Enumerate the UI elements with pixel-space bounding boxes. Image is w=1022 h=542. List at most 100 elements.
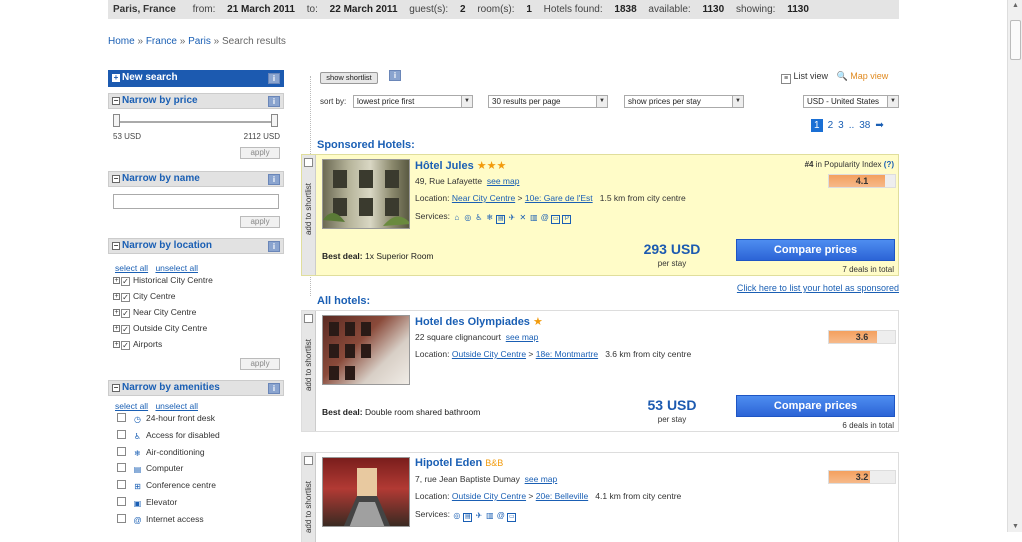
- amenity-checkbox[interactable]: [117, 463, 126, 472]
- amenity-item[interactable]: ♿ Access for disabled: [117, 430, 220, 441]
- district-link[interactable]: 10e: Gare de l'Est: [525, 193, 593, 203]
- location-item[interactable]: + ✓ City Centre: [113, 291, 176, 303]
- scrollbar-thumb[interactable]: [1010, 20, 1021, 60]
- page-link[interactable]: 38: [859, 120, 870, 131]
- amenity-item[interactable]: ◷ 24-hour front desk: [117, 413, 215, 424]
- amenity-item[interactable]: ▤ Computer: [117, 463, 183, 474]
- breadcrumb-home[interactable]: Home: [108, 36, 135, 47]
- price-slider-track[interactable]: [115, 121, 275, 123]
- amenities-filter-header[interactable]: − Narrow by amenities i: [108, 380, 284, 396]
- amenity-item[interactable]: @ Internet access: [117, 514, 204, 525]
- district-link[interactable]: 20e: Belleville: [536, 491, 588, 501]
- location-item[interactable]: + ✓ Historical City Centre: [113, 275, 213, 287]
- location-apply-button[interactable]: apply: [240, 358, 280, 370]
- area-link[interactable]: Outside City Centre: [452, 349, 526, 359]
- see-map-link[interactable]: see map: [525, 474, 558, 484]
- scroll-down-arrow-icon[interactable]: ▼: [1011, 523, 1020, 530]
- hotel-name-input[interactable]: [113, 194, 279, 209]
- info-icon[interactable]: i: [389, 70, 401, 81]
- location-checkbox[interactable]: ✓: [121, 325, 130, 334]
- list-view-icon[interactable]: ≡: [781, 74, 791, 84]
- shortlist-checkbox[interactable]: [304, 158, 313, 167]
- price-min-handle[interactable]: [113, 114, 120, 127]
- info-icon[interactable]: i: [268, 174, 280, 185]
- see-map-link[interactable]: see map: [506, 332, 539, 342]
- price-max-handle[interactable]: [271, 114, 278, 127]
- amenities-select-all[interactable]: select all: [115, 401, 148, 411]
- hotel-photo[interactable]: [322, 159, 410, 229]
- price-apply-button[interactable]: apply: [240, 147, 280, 159]
- breadcrumb-paris[interactable]: Paris: [188, 36, 211, 47]
- add-to-shortlist[interactable]: add to shortlist: [302, 155, 316, 275]
- expand-icon[interactable]: +: [113, 309, 120, 316]
- shortlist-checkbox[interactable]: [304, 456, 313, 465]
- amenity-checkbox[interactable]: [117, 514, 126, 523]
- new-search-header[interactable]: + New search i: [108, 70, 284, 87]
- expand-icon[interactable]: +: [113, 341, 120, 348]
- amenity-checkbox[interactable]: [117, 447, 126, 456]
- area-link[interactable]: Outside City Centre: [452, 491, 526, 501]
- currency-select[interactable]: USD - United States ▼: [803, 95, 899, 108]
- location-unselect-all[interactable]: unselect all: [155, 263, 198, 273]
- price-filter-header[interactable]: − Narrow by price i: [108, 93, 284, 109]
- sort-select[interactable]: lowest price first ▼: [353, 95, 473, 108]
- amenity-item[interactable]: ⊞ Conference centre: [117, 480, 216, 491]
- location-item[interactable]: + ✓ Outside City Centre: [113, 323, 207, 335]
- map-view-icon[interactable]: 🔍: [837, 71, 848, 81]
- page-scrollbar[interactable]: ▲ ▼: [1007, 0, 1022, 532]
- info-icon[interactable]: i: [268, 73, 280, 84]
- location-item[interactable]: + ✓ Airports: [113, 339, 162, 351]
- info-icon[interactable]: i: [268, 383, 280, 394]
- hotel-name-link[interactable]: Hipotel Eden: [415, 457, 482, 469]
- price-display-select[interactable]: show prices per stay ▼: [624, 95, 744, 108]
- collapse-icon[interactable]: −: [112, 97, 120, 105]
- amenity-item[interactable]: ❄ Air-conditioning: [117, 447, 205, 458]
- collapse-icon[interactable]: −: [112, 384, 120, 392]
- breadcrumb-france[interactable]: France: [146, 36, 177, 47]
- area-link[interactable]: Near City Centre: [452, 193, 515, 203]
- amenity-checkbox[interactable]: [117, 480, 126, 489]
- amenity-checkbox[interactable]: [117, 413, 126, 422]
- collapse-icon[interactable]: −: [112, 242, 120, 250]
- hotel-photo[interactable]: [322, 457, 410, 527]
- page-link[interactable]: 2: [828, 120, 834, 131]
- amenities-unselect-all[interactable]: unselect all: [155, 401, 198, 411]
- collapse-icon[interactable]: −: [112, 175, 120, 183]
- amenity-checkbox[interactable]: [117, 497, 126, 506]
- compare-prices-button[interactable]: Compare prices: [736, 239, 895, 261]
- show-shortlist-button[interactable]: show shortlist: [320, 72, 378, 84]
- location-filter-header[interactable]: − Narrow by location i: [108, 238, 284, 254]
- info-icon[interactable]: i: [268, 241, 280, 252]
- page-link[interactable]: 3: [838, 120, 844, 131]
- list-view-link[interactable]: List view: [794, 71, 829, 81]
- amenity-item[interactable]: ▣ Elevator: [117, 497, 177, 508]
- add-to-shortlist[interactable]: add to shortlist: [302, 453, 316, 542]
- amenity-checkbox[interactable]: [117, 430, 126, 439]
- district-link[interactable]: 18e: Montmartre: [536, 349, 598, 359]
- location-checkbox[interactable]: ✓: [121, 309, 130, 318]
- page-link[interactable]: 1: [811, 119, 823, 132]
- add-to-shortlist[interactable]: add to shortlist: [302, 311, 316, 431]
- list-as-sponsored-link[interactable]: Click here to list your hotel as sponsor…: [737, 283, 899, 293]
- location-checkbox[interactable]: ✓: [121, 293, 130, 302]
- next-page-arrow-icon[interactable]: ➡: [875, 120, 883, 131]
- map-view-link[interactable]: Map view: [850, 71, 888, 81]
- expand-icon[interactable]: +: [113, 293, 120, 300]
- popularity-help-link[interactable]: (?): [884, 160, 894, 169]
- location-checkbox[interactable]: ✓: [121, 277, 130, 286]
- location-select-all[interactable]: select all: [115, 263, 148, 273]
- scroll-up-arrow-icon[interactable]: ▲: [1011, 2, 1020, 9]
- shortlist-checkbox[interactable]: [304, 314, 313, 323]
- see-map-link[interactable]: see map: [487, 176, 520, 186]
- expand-icon[interactable]: +: [113, 325, 120, 332]
- name-filter-header[interactable]: − Narrow by name i: [108, 171, 284, 187]
- results-per-page-select[interactable]: 30 results per page ▼: [488, 95, 608, 108]
- name-apply-button[interactable]: apply: [240, 216, 280, 228]
- compare-prices-button[interactable]: Compare prices: [736, 395, 895, 417]
- hotel-name-link[interactable]: Hôtel Jules: [415, 160, 474, 172]
- hotel-name-link[interactable]: Hotel des Olympiades: [415, 316, 530, 328]
- info-icon[interactable]: i: [268, 96, 280, 107]
- expand-icon[interactable]: +: [113, 277, 120, 284]
- location-checkbox[interactable]: ✓: [121, 341, 130, 350]
- location-item[interactable]: + ✓ Near City Centre: [113, 307, 196, 319]
